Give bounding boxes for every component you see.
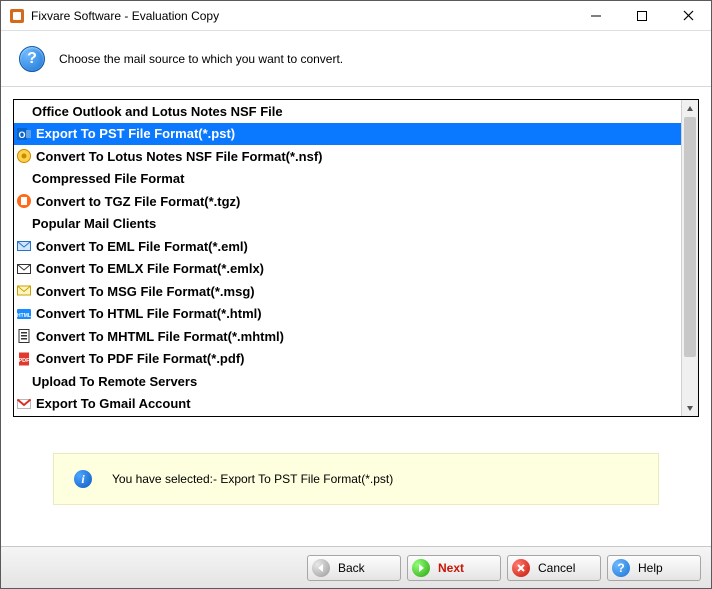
svg-text:PDF: PDF [19, 358, 31, 364]
lotus-icon [16, 148, 32, 164]
html-icon: HTML [16, 306, 32, 322]
help-icon: ? [19, 46, 45, 72]
list-item[interactable]: HTML Convert To HTML File Format(*.html) [14, 303, 681, 326]
scroll-track[interactable] [682, 117, 698, 399]
instruction-row: ? Choose the mail source to which you wa… [1, 31, 711, 87]
back-button[interactable]: Back [307, 555, 401, 581]
list-item-label: Export To Gmail Account [36, 396, 191, 411]
msg-icon [16, 283, 32, 299]
next-arrow-icon [412, 559, 430, 577]
list-item-label: Convert To PDF File Format(*.pdf) [36, 351, 244, 366]
help-button[interactable]: ? Help [607, 555, 701, 581]
list-item-label: Convert To MSG File Format(*.msg) [36, 284, 255, 299]
cancel-button[interactable]: Cancel [507, 555, 601, 581]
list-item[interactable]: Convert To MSG File Format(*.msg) [14, 280, 681, 303]
selection-info-value: Export To PST File Format(*.pst) [220, 472, 393, 486]
list-header-label: Office Outlook and Lotus Notes NSF File [32, 104, 283, 119]
help-question-icon: ? [612, 559, 630, 577]
list-item[interactable]: Export To Gmail Account [14, 393, 681, 416]
window-controls [573, 1, 711, 31]
scroll-up-button[interactable] [682, 100, 698, 117]
scrollbar[interactable] [681, 100, 698, 416]
maximize-button[interactable] [619, 1, 665, 31]
list-header-label: Upload To Remote Servers [32, 374, 197, 389]
list-header: Popular Mail Clients [14, 213, 681, 236]
window-title: Fixvare Software - Evaluation Copy [31, 9, 219, 23]
cancel-button-label: Cancel [538, 561, 575, 575]
gmail-icon [16, 396, 32, 412]
back-button-label: Back [338, 561, 365, 575]
info-icon: i [74, 470, 92, 488]
back-arrow-icon [312, 559, 330, 577]
list-item-label: Convert To EML File Format(*.eml) [36, 239, 248, 254]
cancel-icon [512, 559, 530, 577]
titlebar: Fixvare Software - Evaluation Copy [1, 1, 711, 31]
emlx-icon [16, 261, 32, 277]
app-icon [9, 8, 25, 24]
tgz-icon [16, 193, 32, 209]
minimize-button[interactable] [573, 1, 619, 31]
svg-text:O: O [18, 130, 25, 140]
list-item[interactable]: O Export To PST File Format(*.pst) [14, 123, 681, 146]
list-header-label: Compressed File Format [32, 171, 184, 186]
instruction-text: Choose the mail source to which you want… [59, 52, 343, 66]
svg-text:HTML: HTML [17, 313, 31, 319]
selection-info-text: You have selected:- Export To PST File F… [112, 472, 393, 486]
list-item[interactable]: Convert to TGZ File Format(*.tgz) [14, 190, 681, 213]
list-item-label: Convert To MHTML File Format(*.mhtml) [36, 329, 284, 344]
scroll-down-button[interactable] [682, 399, 698, 416]
list-item[interactable]: Convert To EML File Format(*.eml) [14, 235, 681, 258]
format-list-body: Office Outlook and Lotus Notes NSF File O… [14, 100, 681, 416]
list-item-label: Convert to TGZ File Format(*.tgz) [36, 194, 240, 209]
close-button[interactable] [665, 1, 711, 31]
list-item[interactable]: Convert To MHTML File Format(*.mhtml) [14, 325, 681, 348]
list-header: Compressed File Format [14, 168, 681, 191]
pdf-icon: PDF [16, 351, 32, 367]
next-button-label: Next [438, 561, 464, 575]
list-item[interactable]: PDF Convert To PDF File Format(*.pdf) [14, 348, 681, 371]
next-button[interactable]: Next [407, 555, 501, 581]
list-item-label: Convert To EMLX File Format(*.emlx) [36, 261, 264, 276]
eml-icon [16, 238, 32, 254]
list-header: Office Outlook and Lotus Notes NSF File [14, 100, 681, 123]
list-header-label: Popular Mail Clients [32, 216, 156, 231]
outlook-icon: O [16, 126, 32, 142]
selection-info-bar: i You have selected:- Export To PST File… [53, 453, 659, 505]
list-item[interactable]: Convert To Lotus Notes NSF File Format(*… [14, 145, 681, 168]
mhtml-icon [16, 328, 32, 344]
selection-info-prefix: You have selected:- [112, 472, 220, 486]
list-item-label: Convert To Lotus Notes NSF File Format(*… [36, 149, 323, 164]
scroll-thumb[interactable] [684, 117, 696, 357]
list-header: Upload To Remote Servers [14, 370, 681, 393]
content-area: Office Outlook and Lotus Notes NSF File O… [1, 87, 711, 546]
button-bar: Back Next Cancel ? Help [1, 546, 711, 588]
list-item[interactable]: Convert To EMLX File Format(*.emlx) [14, 258, 681, 281]
list-item-label: Convert To HTML File Format(*.html) [36, 306, 262, 321]
format-list: Office Outlook and Lotus Notes NSF File O… [13, 99, 699, 417]
help-button-label: Help [638, 561, 663, 575]
list-item-label: Export To PST File Format(*.pst) [36, 126, 235, 141]
